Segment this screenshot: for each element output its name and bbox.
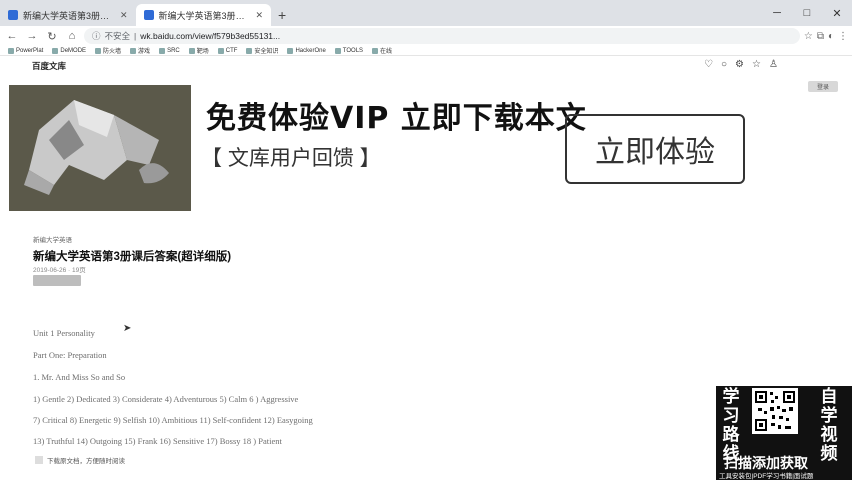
bookmark-icon [95,47,102,54]
back-icon[interactable]: ← [4,28,20,44]
not-secure-icon: ⓘ [92,31,101,41]
tab-favicon-icon [143,10,154,20]
bookmark-star-icon[interactable]: ☆ [804,31,813,42]
banner-illustration [9,85,191,211]
document-line: 13) Truthful 14) Outgoing 15) Frank 16) … [33,436,282,446]
bookmarks-bar: PowerPlat DeMODE 防火墙 游戏 SRC 靶场 CTF 安全知识 … [0,46,852,56]
home-icon[interactable]: ⌂ [64,28,80,44]
bookmark-icon [217,47,224,54]
bookmark-item[interactable]: 防火墙 [95,46,121,55]
user-icon[interactable]: ♙ [769,59,778,70]
document-line: Part One: Preparation [33,350,107,360]
not-secure-label: 不安全 [104,31,131,41]
tab-strip: 新编大学英语第3册课后答案 ✕ 新编大学英语第3册课后答案(超详细版) ✕ + … [0,0,852,26]
profile-icon[interactable]: ◐ [828,31,834,42]
maximize-icon[interactable]: □ [792,0,822,26]
bookmark-icon [8,47,14,54]
bookmark-icon [287,47,294,54]
breadcrumb[interactable]: 新编大学英语 [33,234,72,244]
bookmark-item[interactable]: 安全知识 [246,46,278,55]
try-now-button[interactable]: 立即体验 [565,114,745,184]
promo-right-text: 自学视频 [820,387,838,463]
login-button[interactable]: 登录 [808,81,838,92]
browser-tab[interactable]: 新编大学英语第3册课后答案 ✕ [0,4,136,26]
new-tab-icon[interactable]: + [271,4,293,26]
tab-close-icon[interactable]: ✕ [120,10,128,21]
search-icon[interactable]: ○ [721,59,727,70]
bookmark-item[interactable]: HackerOne [287,47,326,54]
close-window-icon[interactable]: ✕ [822,0,852,26]
url-text: wk.baidu.com/view/f579b3ed55131... [140,31,281,41]
tab-title: 新编大学英语第3册课后答案(超详细版) [158,10,251,21]
bookmark-icon [372,47,379,54]
bookmark-item[interactable]: TOOLS [334,47,363,54]
document-badge [33,275,81,286]
document-line: Unit 1 Personality [33,328,95,338]
window-controls: ─ □ ✕ [762,0,852,26]
qr-code [752,388,798,434]
document-icon [35,456,43,464]
bookmark-item[interactable]: DeMODE [52,47,86,54]
banner-image[interactable] [9,85,191,211]
settings-icon[interactable]: ⚙ [735,59,744,70]
bookmark-icon [188,47,195,54]
document-meta: 2019-06-26 · 19页 [33,267,86,274]
document-line: 1. Mr. And Miss So and So [33,372,126,382]
site-header: 百度文库 ♡ ○ ⚙ ☆ ♙ [0,56,852,76]
bookmark-icon [246,47,253,54]
bookmark-item[interactable]: 靶场 [188,46,209,55]
site-logo[interactable]: 百度文库 [32,60,66,72]
star-icon[interactable]: ☆ [752,59,761,70]
favorite-icon[interactable]: ♡ [704,59,713,70]
address-bar: ← → ↻ ⌂ ⓘ 不安全 | wk.baidu.com/view/f579b3… [0,26,852,46]
tab-title: 新编大学英语第3册课后答案 [23,10,115,21]
document-title: 新编大学英语第3册课后答案(超详细版) [33,251,232,263]
browser-tab-active[interactable]: 新编大学英语第3册课后答案(超详细版) ✕ [135,4,272,26]
bookmark-item[interactable]: SRC [159,47,180,54]
document-line: 7) Critical 8) Energetic 9) Selfish 10) … [33,415,313,425]
forward-icon[interactable]: → [24,28,40,44]
bookmark-item[interactable]: 在线 [372,46,392,55]
bookmark-item[interactable]: 游戏 [130,46,150,55]
promo-left-text: 学习路线 [722,387,740,463]
mouse-cursor-icon: ➤ [123,323,132,334]
bookmark-icon [52,47,59,54]
url-input[interactable]: ⓘ 不安全 | wk.baidu.com/view/f579b3ed55131.… [84,28,800,44]
bookmark-item[interactable]: CTF [217,47,237,54]
document-line: 1) Gentle 2) Dedicated 3) Considerate 4)… [33,394,299,404]
extensions-icon[interactable]: ⧉ [817,31,824,42]
tab-favicon-icon [8,10,18,20]
tab-close-icon[interactable]: ✕ [256,10,264,21]
reload-icon[interactable]: ↻ [44,28,60,44]
banner-headline[interactable]: 免费体验VIP 立即下载本文 [206,93,587,137]
toolbar-icons: ☆ ⧉ ◐ ⋮ [804,31,848,42]
download-hint[interactable]: 下载原文档，方便随时阅读 [35,455,125,465]
bookmark-icon [159,47,166,54]
bookmark-icon [334,47,341,54]
bookmark-item[interactable]: PowerPlat [8,47,43,54]
qr-code-icon [754,390,796,432]
banner-subline: 【 文库用户回馈 】 [201,147,381,170]
menu-icon[interactable]: ⋮ [838,31,848,42]
bookmark-icon [130,47,137,54]
minimize-icon[interactable]: ─ [762,0,792,26]
promo-footer: 工具安装包|PDF学习书籍|面试题 [719,473,814,480]
site-header-icons: ♡ ○ ⚙ ☆ ♙ [704,59,778,70]
